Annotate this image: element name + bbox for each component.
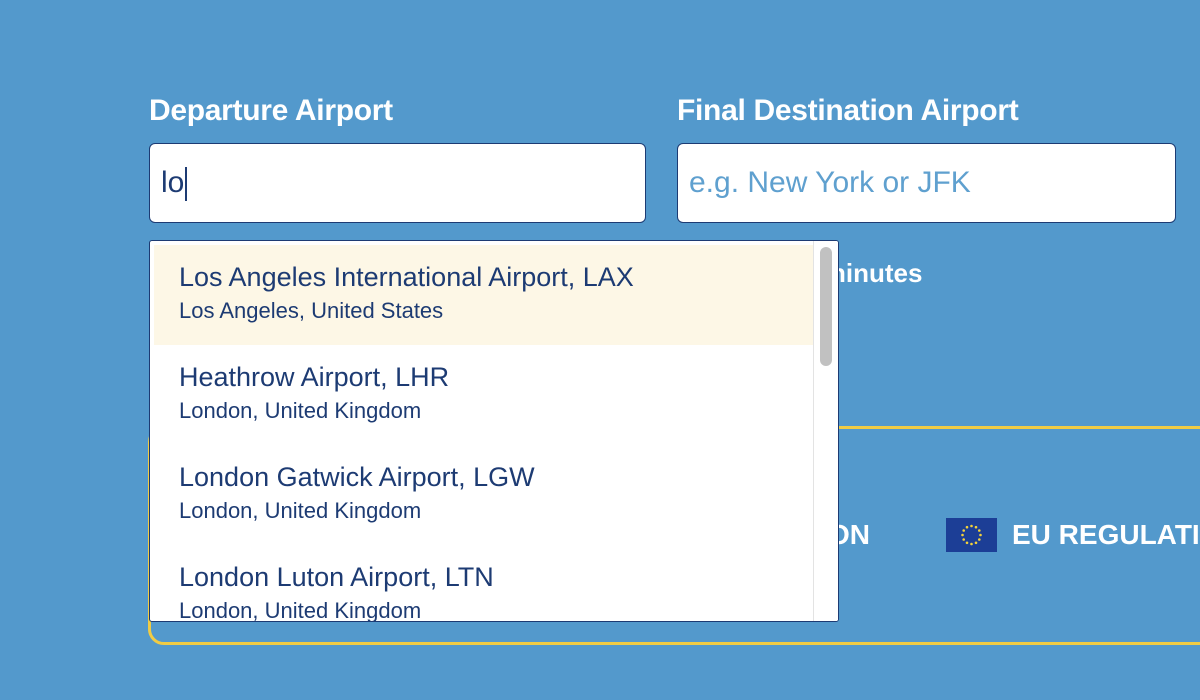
suggestion-title: Heathrow Airport, LHR [179, 362, 450, 392]
suggestion-title: London Luton Airport, LTN [179, 562, 494, 592]
suggestion-location: Los Angeles, United States [179, 298, 444, 323]
suggestion-list: Los Angeles International Airport, LAX L… [154, 245, 838, 622]
text-caret [185, 167, 187, 201]
destination-airport-label: Final Destination Airport [677, 94, 1019, 127]
airport-suggestions-dropdown: Los Angeles International Airport, LAX L… [149, 240, 839, 622]
scrollbar-thumb[interactable] [820, 247, 832, 366]
suggestion-title: London Gatwick Airport, LGW [179, 462, 535, 492]
suggestion-lhr[interactable]: Heathrow Airport, LHR London, United Kin… [154, 345, 838, 445]
suggestion-lax[interactable]: Los Angeles International Airport, LAX L… [154, 245, 838, 345]
eu-regulation-label: EU REGULATIO [1012, 519, 1200, 550]
suggestion-location: London, United Kingdom [179, 498, 422, 523]
departure-airport-input[interactable] [149, 143, 646, 223]
destination-airport-input[interactable] [677, 143, 1176, 223]
suggestion-ltn[interactable]: London Luton Airport, LTN London, United… [154, 545, 838, 622]
eu-flag-icon [946, 518, 997, 552]
suggestion-title: Los Angeles International Airport, LAX [179, 262, 634, 292]
suggestion-location: London, United Kingdom [179, 398, 422, 423]
suggestion-lgw[interactable]: London Gatwick Airport, LGW London, Unit… [154, 445, 838, 545]
suggestion-location: London, United Kingdom [179, 598, 422, 622]
departure-airport-label: Departure Airport [149, 94, 393, 127]
dropdown-scrollbar[interactable] [813, 241, 838, 621]
